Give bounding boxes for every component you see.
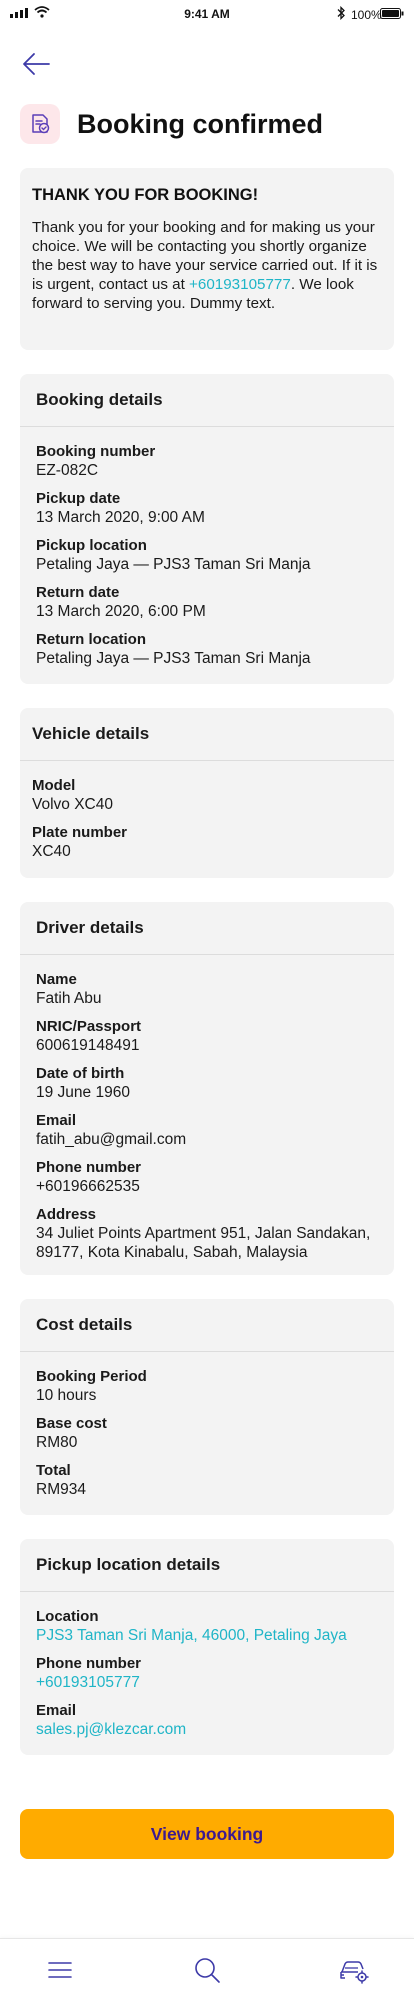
page-header: Booking confirmed	[20, 103, 323, 145]
nav-menu[interactable]	[40, 1953, 80, 1987]
bluetooth-icon	[337, 6, 345, 20]
booking-period-field: Booking Period 10 hours	[36, 1368, 147, 1404]
document-check-icon	[20, 104, 60, 144]
battery-percent: 100%	[351, 8, 382, 22]
pickup-email-field: Email sales.pj@klezcar.com	[36, 1702, 378, 1739]
car-settings-icon	[340, 1961, 369, 1984]
return-date-field: Return date 13 March 2020, 6:00 PM	[36, 584, 206, 620]
pickup-location-card: Pickup location details Location PJS3 Ta…	[20, 1539, 394, 1755]
arrow-left-icon	[23, 53, 50, 75]
vehicle-details-title: Vehicle details	[20, 708, 394, 761]
back-button[interactable]	[18, 48, 54, 80]
plate-number-field: Plate number XC40	[32, 824, 128, 860]
pickup-email-link[interactable]: sales.pj@klezcar.com	[36, 1720, 378, 1739]
pickup-phone-field: Phone number +60193105777	[36, 1655, 378, 1692]
booking-details-card: Booking details Booking number EZ-082C P…	[20, 374, 394, 684]
driver-dob-field: Date of birth 19 June 1960	[36, 1065, 130, 1101]
thank-you-title: THANK YOU FOR BOOKING!	[32, 186, 259, 204]
base-cost-field: Base cost RM80	[36, 1415, 107, 1451]
booking-details-title: Booking details	[20, 374, 394, 427]
return-location-field: Return location Petaling Jaya — PJS3 Tam…	[36, 631, 311, 667]
nav-car-settings[interactable]	[334, 1953, 374, 1987]
total-cost-field: Total RM934	[36, 1462, 86, 1498]
status-bar: 9:41 AM 100%	[0, 0, 414, 28]
nav-search[interactable]	[187, 1953, 227, 1987]
menu-icon	[48, 1962, 72, 1978]
pickup-location-field: Pickup location Petaling Jaya — PJS3 Tam…	[36, 537, 311, 573]
booking-number-field: Booking number EZ-082C	[36, 443, 156, 479]
battery-icon	[380, 8, 404, 19]
search-icon	[195, 1958, 220, 1983]
pickup-location-title: Pickup location details	[20, 1539, 394, 1592]
driver-details-title: Driver details	[20, 902, 394, 955]
cost-details-card: Cost details Booking Period 10 hours Bas…	[20, 1299, 394, 1515]
vehicle-details-card: Vehicle details Model Volvo XC40 Plate n…	[20, 708, 394, 878]
driver-nric-field: NRIC/Passport 600619148491	[36, 1018, 142, 1054]
cost-details-title: Cost details	[20, 1299, 394, 1352]
driver-address-field: Address 34 Juliet Points Apartment 951, …	[36, 1206, 371, 1261]
driver-email-field: Email fatih_abu@gmail.com	[36, 1112, 187, 1148]
view-booking-button[interactable]: View booking	[20, 1809, 394, 1859]
pickup-date-field: Pickup date 13 March 2020, 9:00 AM	[36, 490, 205, 526]
thank-you-card: THANK YOU FOR BOOKING! Thank you for you…	[20, 168, 394, 350]
driver-phone-field: Phone number +60196662535	[36, 1159, 142, 1195]
pickup-address-link[interactable]: PJS3 Taman Sri Manja, 46000, Petaling Ja…	[36, 1626, 378, 1645]
pickup-phone-link[interactable]: +60193105777	[36, 1673, 378, 1692]
pickup-address-field: Location PJS3 Taman Sri Manja, 46000, Pe…	[36, 1608, 378, 1645]
driver-name-field: Name Fatih Abu	[36, 971, 102, 1007]
page-title: Booking confirmed	[77, 108, 324, 139]
driver-details-card: Driver details Name Fatih Abu NRIC/Passp…	[20, 902, 394, 1275]
vehicle-model-field: Model Volvo XC40	[32, 777, 113, 813]
thank-you-text: Thank you for your booking and for makin…	[32, 219, 378, 312]
bottom-nav	[0, 1938, 414, 2000]
contact-phone-link[interactable]: +60193105777	[189, 276, 291, 293]
